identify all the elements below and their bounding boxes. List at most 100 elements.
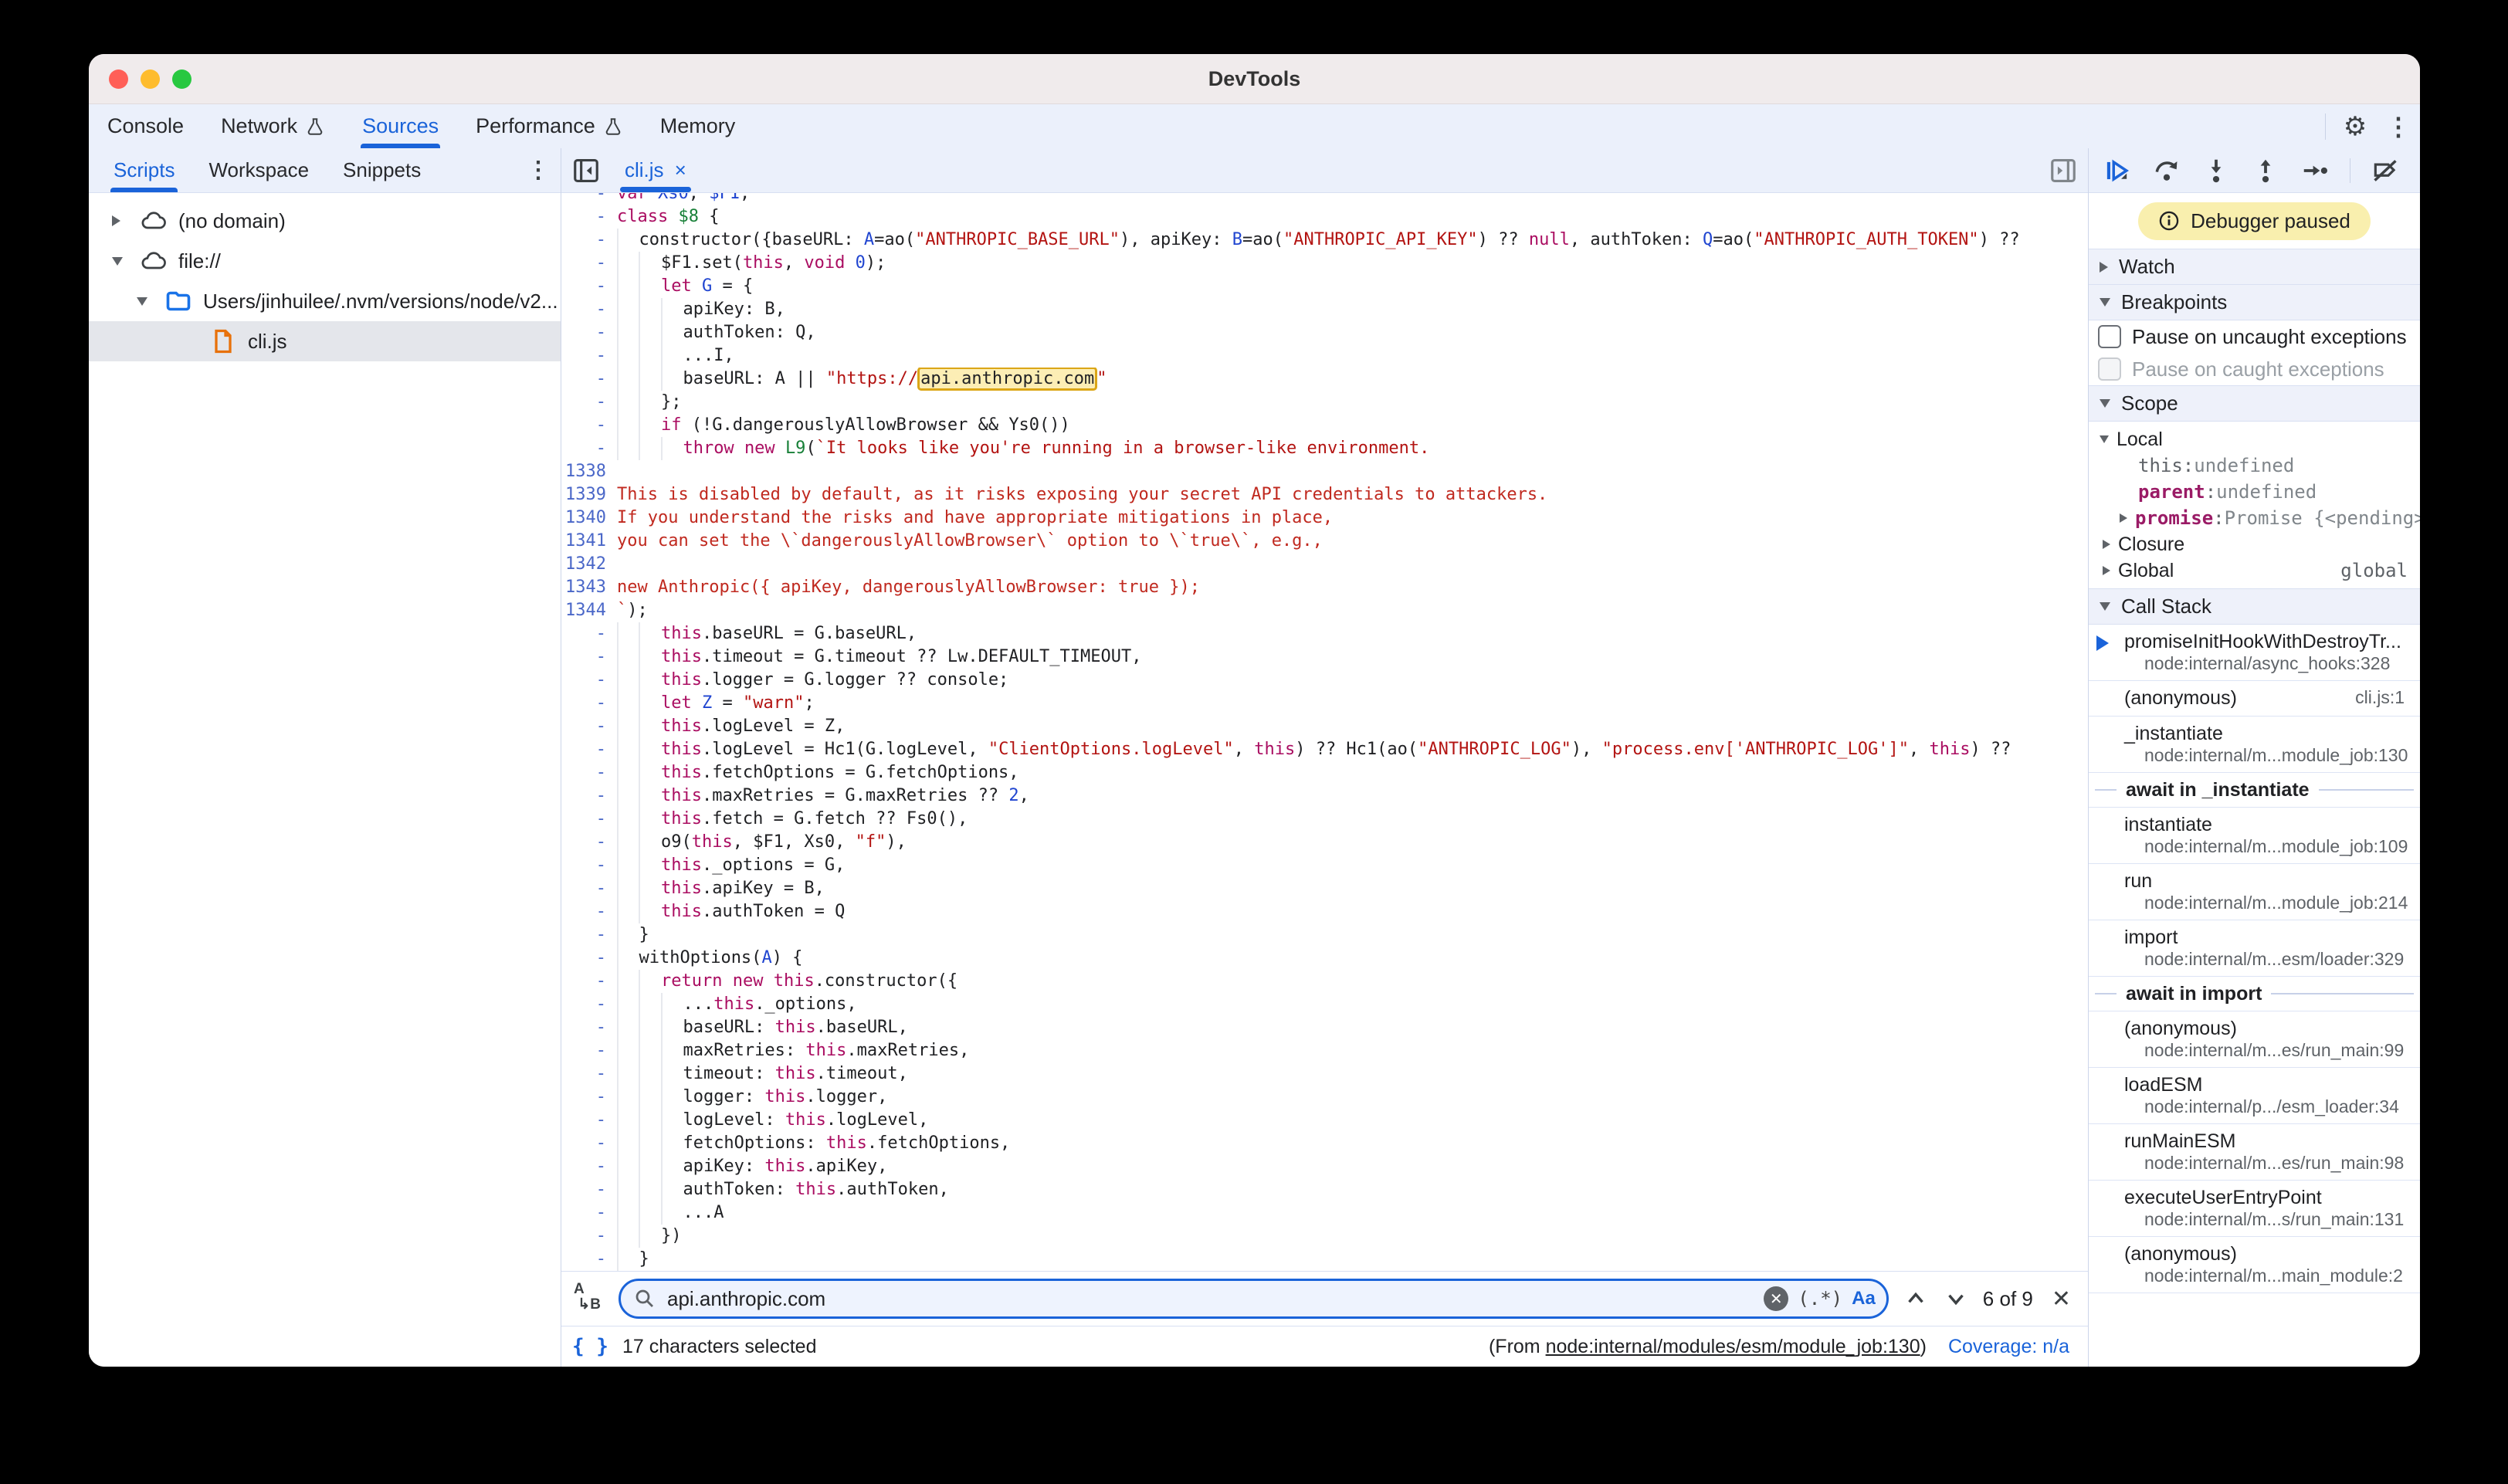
close-tab-icon[interactable]: ×	[675, 158, 686, 182]
line-number[interactable]: -	[561, 947, 617, 970]
step-over-icon[interactable]	[2152, 156, 2181, 185]
line-number[interactable]: -	[561, 877, 617, 900]
line-number[interactable]: -	[561, 784, 617, 808]
line-number[interactable]: -	[561, 1178, 617, 1201]
tree-item--no-domain-[interactable]: (no domain)	[89, 201, 561, 241]
line-number[interactable]: 1339	[561, 483, 617, 507]
line-number[interactable]: -	[561, 344, 617, 368]
chevron-down-icon[interactable]	[112, 257, 124, 266]
replace-toggle-icon[interactable]: A ↳B	[574, 1282, 605, 1316]
scope-row-Closure[interactable]: Closure	[2089, 531, 2420, 557]
chevron-down-icon[interactable]	[137, 297, 149, 306]
chevron-right-icon[interactable]	[112, 215, 124, 226]
line-number[interactable]: -	[561, 923, 617, 947]
tree-item-file-[interactable]: file://	[89, 241, 561, 281]
navigator-tab-scripts[interactable]: Scripts	[97, 148, 191, 192]
step-into-icon[interactable]	[2201, 156, 2231, 185]
editor-tab-clijs[interactable]: cli.js ×	[611, 148, 700, 192]
line-number[interactable]: -	[561, 900, 617, 923]
hide-navigator-icon[interactable]	[566, 151, 606, 191]
line-number[interactable]: -	[561, 715, 617, 738]
line-number[interactable]: -	[561, 692, 617, 715]
line-number[interactable]: -	[561, 321, 617, 344]
scope-row-promise[interactable]: promise: Promise {<pending>}	[2089, 505, 2420, 531]
line-number[interactable]: -	[561, 298, 617, 321]
call-stack-frame[interactable]: instantiatenode:internal/m...module_job:…	[2089, 808, 2420, 864]
line-number[interactable]: -	[561, 414, 617, 437]
line-number[interactable]: -	[561, 252, 617, 275]
navigator-tab-snippets[interactable]: Snippets	[326, 148, 438, 192]
checkbox[interactable]	[2098, 325, 2121, 348]
pretty-print-icon[interactable]: { }	[572, 1335, 608, 1358]
line-number[interactable]: -	[561, 993, 617, 1016]
navigator-more-icon[interactable]: ⋮	[527, 157, 550, 184]
line-number[interactable]: -	[561, 368, 617, 391]
line-number[interactable]: -	[561, 437, 617, 460]
line-number[interactable]: -	[561, 205, 617, 229]
line-number[interactable]: -	[561, 1109, 617, 1132]
line-number[interactable]: 1338	[561, 460, 617, 483]
breakpoints-section-header[interactable]: Breakpoints	[2089, 285, 2420, 320]
hide-debugger-sidebar-icon[interactable]	[2043, 151, 2083, 191]
deactivate-breakpoints-icon[interactable]	[2371, 156, 2400, 185]
step-icon[interactable]	[2300, 156, 2330, 185]
more-options-icon[interactable]: ⋮	[2377, 105, 2420, 148]
line-number[interactable]: -	[561, 738, 617, 761]
tab-console[interactable]: Console	[89, 104, 202, 148]
settings-gear-icon[interactable]: ⚙	[2333, 105, 2377, 148]
clear-search-icon[interactable]: ✕	[1764, 1286, 1788, 1311]
scope-row-Local[interactable]: Local	[2089, 426, 2420, 452]
line-number[interactable]: -	[561, 669, 617, 692]
tab-sources[interactable]: Sources	[344, 104, 457, 148]
navigator-tab-workspace[interactable]: Workspace	[191, 148, 326, 192]
code-editor[interactable]: -var Xs0, $F1;-class $8 {-constructor({b…	[561, 193, 2088, 1271]
callstack-section-header[interactable]: Call Stack	[2089, 588, 2420, 625]
line-number[interactable]: -	[561, 622, 617, 645]
tab-network[interactable]: Network	[202, 104, 344, 148]
call-stack-frame[interactable]: _instantiatenode:internal/m...module_job…	[2089, 717, 2420, 773]
call-stack-frame[interactable]: (anonymous)cli.js:1	[2089, 681, 2420, 717]
watch-section-header[interactable]: Watch	[2089, 249, 2420, 285]
line-number[interactable]: -	[561, 1016, 617, 1039]
line-number[interactable]: -	[561, 1039, 617, 1062]
line-number[interactable]: 1343	[561, 576, 617, 599]
call-stack-frame[interactable]: loadESMnode:internal/p.../esm_loader:34	[2089, 1068, 2420, 1124]
close-search-icon[interactable]: ✕	[2047, 1286, 2076, 1313]
line-number[interactable]: -	[561, 831, 617, 854]
call-stack-frame[interactable]: importnode:internal/m...esm/loader:329	[2089, 920, 2420, 977]
resume-script-icon[interactable]	[2103, 156, 2132, 185]
line-number[interactable]: -	[561, 193, 617, 205]
tree-item-users-jinhuilee-nvm-versions-node-v2-[interactable]: Users/jinhuilee/.nvm/versions/node/v2...	[89, 281, 561, 321]
tab-performance[interactable]: Performance	[457, 104, 642, 148]
next-match-icon[interactable]	[1943, 1286, 1969, 1312]
call-stack-frame[interactable]: executeUserEntryPointnode:internal/m...s…	[2089, 1181, 2420, 1237]
scope-row-Global[interactable]: Globalglobal	[2089, 557, 2420, 584]
line-number[interactable]: -	[561, 1132, 617, 1155]
line-number[interactable]: -	[561, 1248, 617, 1271]
regex-toggle[interactable]: (.*)	[1798, 1288, 1842, 1310]
previous-match-icon[interactable]	[1903, 1286, 1929, 1312]
from-link[interactable]: node:internal/modules/esm/module_job:130	[1546, 1336, 1920, 1357]
call-stack-frame[interactable]: (anonymous)node:internal/m...main_module…	[2089, 1237, 2420, 1293]
line-number[interactable]: -	[561, 854, 617, 877]
line-number[interactable]: -	[561, 1086, 617, 1109]
call-stack-frame[interactable]: runnode:internal/m...module_job:214	[2089, 864, 2420, 920]
line-number[interactable]: 1340	[561, 507, 617, 530]
line-number[interactable]: -	[561, 761, 617, 784]
search-input[interactable]	[666, 1286, 1754, 1312]
line-number[interactable]: 1341	[561, 530, 617, 553]
line-number[interactable]: -	[561, 1062, 617, 1086]
line-number[interactable]: -	[561, 645, 617, 669]
line-number[interactable]: 1342	[561, 553, 617, 576]
match-case-toggle[interactable]: Aa	[1852, 1288, 1876, 1310]
line-number[interactable]: -	[561, 808, 617, 831]
call-stack-frame[interactable]: (anonymous)node:internal/m...es/run_main…	[2089, 1011, 2420, 1068]
line-number[interactable]: -	[561, 1155, 617, 1178]
step-out-icon[interactable]	[2251, 156, 2280, 185]
call-stack-frame[interactable]: promiseInitHookWithDestroyTr...node:inte…	[2089, 625, 2420, 681]
call-stack-frame[interactable]: runMainESMnode:internal/m...es/run_main:…	[2089, 1124, 2420, 1181]
line-number[interactable]: -	[561, 1201, 617, 1225]
line-number[interactable]: -	[561, 1225, 617, 1248]
coverage-link[interactable]: Coverage: n/a	[1948, 1336, 2069, 1358]
line-number[interactable]: -	[561, 391, 617, 414]
